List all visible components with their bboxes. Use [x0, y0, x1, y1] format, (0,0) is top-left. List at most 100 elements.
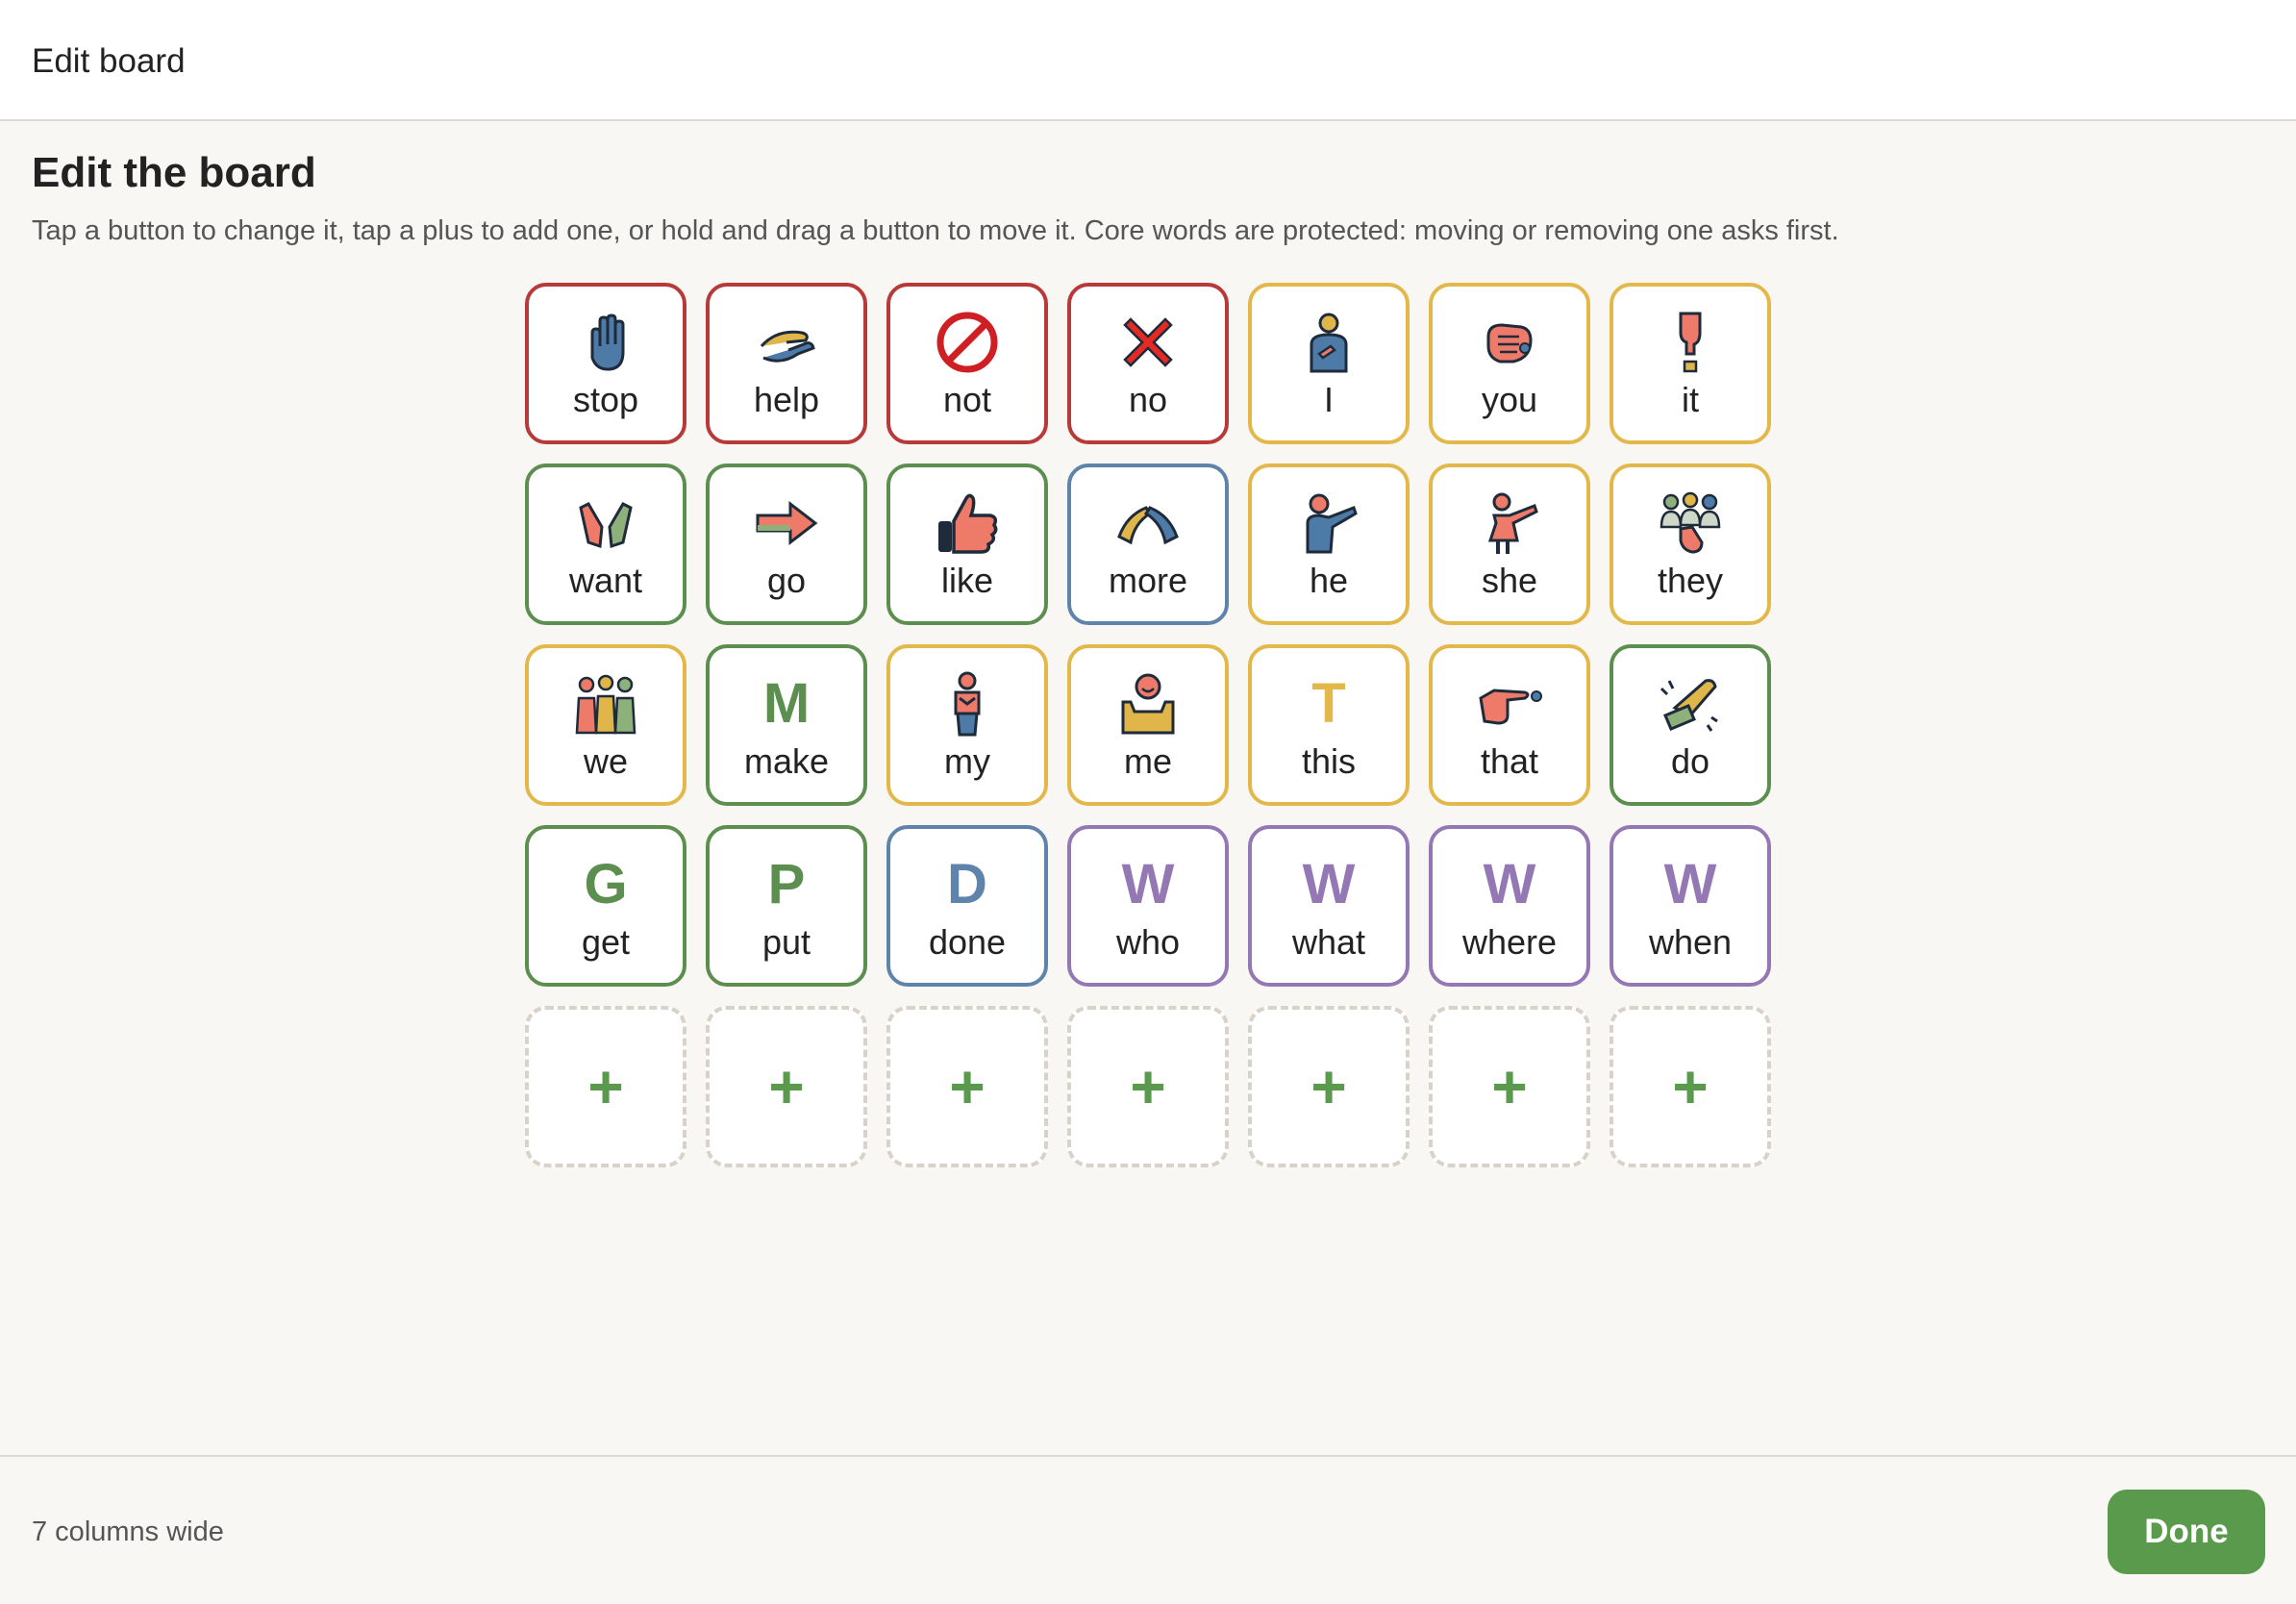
plus-icon: + — [768, 1052, 805, 1121]
board-button-where[interactable]: Wwhere — [1429, 825, 1590, 987]
board-button-label: she — [1481, 561, 1538, 600]
footer-bar: 7 columns wide Done — [0, 1455, 2296, 1604]
letter-symbol: W — [1663, 853, 1717, 915]
board-button-done[interactable]: Ddone — [886, 825, 1048, 987]
board-button-label: where — [1461, 922, 1558, 962]
board-button-label: you — [1481, 380, 1538, 419]
letter-symbol: T — [1311, 672, 1346, 735]
instructions-text: Tap a button to change it, tap a plus to… — [32, 215, 1839, 246]
plus-icon: + — [1672, 1052, 1709, 1121]
add-button-slot[interactable]: + — [1429, 1006, 1590, 1167]
board-button-label: want — [568, 561, 643, 600]
board-button-label: when — [1648, 922, 1733, 962]
board-button-go[interactable]: go — [706, 464, 867, 625]
group-pointing-icon — [1653, 489, 1728, 558]
fist-pointing-icon — [1472, 308, 1547, 377]
plus-icon: + — [587, 1052, 624, 1121]
board-button-me[interactable]: me — [1067, 644, 1229, 806]
helping-hands-icon — [749, 308, 824, 377]
board-button-label: do — [1670, 741, 1710, 781]
board-button-want[interactable]: want — [525, 464, 686, 625]
board-button-they[interactable]: they — [1610, 464, 1771, 625]
board-button-label: who — [1115, 922, 1181, 962]
board-button-label: more — [1108, 561, 1188, 600]
board-button-help[interactable]: help — [706, 283, 867, 444]
board-button-it[interactable]: it — [1610, 283, 1771, 444]
board-button-get[interactable]: Gget — [525, 825, 686, 987]
person-pointing-self-icon — [1291, 308, 1366, 377]
board-button-my[interactable]: my — [886, 644, 1048, 806]
board-button-label: my — [944, 741, 990, 781]
add-button-slot[interactable]: + — [1248, 1006, 1410, 1167]
hands-together-icon — [1111, 489, 1185, 558]
board-button-label: me — [1123, 741, 1172, 781]
board-button-she[interactable]: she — [1429, 464, 1590, 625]
add-button-slot[interactable]: + — [1610, 1006, 1771, 1167]
columns-info: 7 columns wide — [32, 1516, 224, 1547]
plus-icon: + — [949, 1052, 986, 1121]
board-button-label: make — [743, 741, 830, 781]
add-button-slot[interactable]: + — [1067, 1006, 1229, 1167]
board-button-that[interactable]: that — [1429, 644, 1590, 806]
board-button-more[interactable]: more — [1067, 464, 1229, 625]
board-button-like[interactable]: like — [886, 464, 1048, 625]
plus-icon: + — [1310, 1052, 1347, 1121]
hand-doing-icon — [1653, 669, 1728, 739]
board-button-label: not — [942, 380, 992, 419]
board-button-put[interactable]: Pput — [706, 825, 867, 987]
letter-symbol: W — [1483, 853, 1536, 915]
board-button-do[interactable]: do — [1610, 644, 1771, 806]
board-button-we[interactable]: we — [525, 644, 686, 806]
letter-symbol: W — [1302, 853, 1356, 915]
done-button[interactable]: Done — [2108, 1490, 2265, 1574]
board-button-label: like — [940, 561, 994, 600]
board-button-label: we — [583, 741, 629, 781]
raised-hand-icon — [568, 308, 643, 377]
page-title: Edit the board — [32, 149, 316, 196]
letter-symbol: D — [947, 853, 987, 915]
board-button-label: what — [1291, 922, 1366, 962]
board-button-this[interactable]: Tthis — [1248, 644, 1410, 806]
three-people-icon — [568, 669, 643, 739]
window-title: Edit board — [32, 42, 186, 80]
boy-pointing-icon — [1291, 489, 1366, 558]
board-button-label: get — [581, 922, 631, 962]
board-button-not[interactable]: not — [886, 283, 1048, 444]
right-arrow-icon — [749, 489, 824, 558]
board-button-label: no — [1128, 380, 1168, 419]
board-button-when[interactable]: Wwhen — [1610, 825, 1771, 987]
board-button-label: this — [1301, 741, 1357, 781]
letter-symbol: M — [762, 672, 811, 735]
thumbs-up-icon — [930, 489, 1005, 558]
board-button-label: go — [766, 561, 807, 600]
red-x-icon — [1111, 308, 1185, 377]
board-button-label: they — [1657, 561, 1724, 600]
board-button-i[interactable]: I — [1248, 283, 1410, 444]
add-button-slot[interactable]: + — [886, 1006, 1048, 1167]
letter-symbol: P — [767, 853, 806, 915]
board-button-he[interactable]: he — [1248, 464, 1410, 625]
board-button-you[interactable]: you — [1429, 283, 1590, 444]
board-button-label: I — [1323, 380, 1334, 419]
board-button-label: stop — [572, 380, 639, 419]
smiling-person-icon — [1111, 669, 1185, 739]
top-bar: Edit board — [0, 0, 2296, 121]
reaching-hands-icon — [568, 489, 643, 558]
board-button-what[interactable]: Wwhat — [1248, 825, 1410, 987]
plus-icon: + — [1130, 1052, 1166, 1121]
board-button-who[interactable]: Wwho — [1067, 825, 1229, 987]
add-button-slot[interactable]: + — [525, 1006, 686, 1167]
board-button-label: it — [1682, 380, 1699, 419]
board-button-label: done — [928, 922, 1007, 962]
board-button-label: help — [753, 380, 820, 419]
letter-symbol: W — [1121, 853, 1175, 915]
board-button-label: put — [761, 922, 811, 962]
board-button-no[interactable]: no — [1067, 283, 1229, 444]
letter-symbol: G — [584, 853, 628, 915]
board-button-make[interactable]: Mmake — [706, 644, 867, 806]
board-button-label: he — [1309, 561, 1349, 600]
add-button-slot[interactable]: + — [706, 1006, 867, 1167]
board-button-stop[interactable]: stop — [525, 283, 686, 444]
prohibited-icon — [930, 308, 1005, 377]
hand-pointing-right-icon — [1472, 669, 1547, 739]
